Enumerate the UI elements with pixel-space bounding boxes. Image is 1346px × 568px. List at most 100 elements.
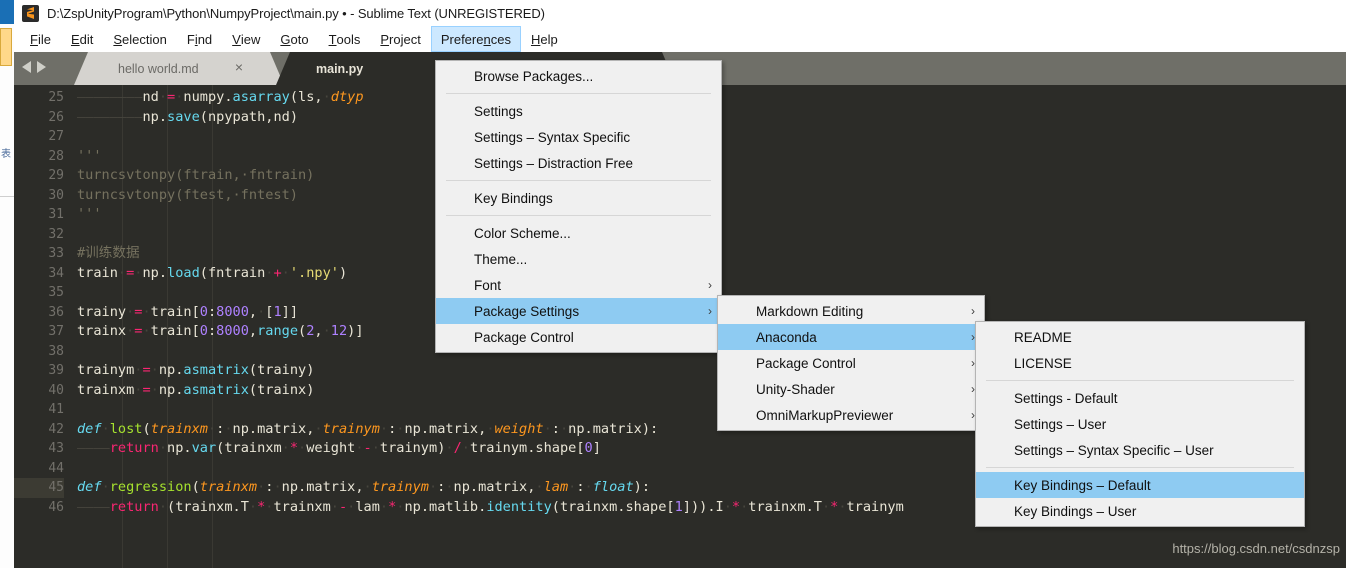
menu-item-package-control[interactable]: Package Control	[436, 324, 721, 350]
code-text: #训练数据	[77, 245, 140, 261]
menubar-item-project[interactable]: Project	[370, 26, 430, 52]
tab-scroll-left-icon[interactable]	[22, 61, 31, 73]
background-window-titlebar	[0, 0, 14, 24]
menu-separator	[446, 215, 711, 216]
menu-item-markdown-editing[interactable]: Markdown Editing ›	[718, 298, 984, 324]
menu-item-key-bindings[interactable]: Key Bindings	[436, 185, 721, 211]
menu-item-settings[interactable]: Settings	[436, 98, 721, 124]
menu-item-readme[interactable]: README	[976, 324, 1304, 350]
tab-scroll-right-icon[interactable]	[37, 61, 46, 73]
code-text: ————return·np.var(trainxm·*·weight·-·tra…	[77, 440, 601, 456]
background-window[interactable]: 表	[0, 0, 15, 568]
preferences-menu[interactable]: Browse Packages... Settings Settings – Syn…	[435, 60, 722, 353]
menubar-item-edit[interactable]: Edit	[61, 26, 103, 52]
menu-item-package-control[interactable]: Package Control ›	[718, 350, 984, 376]
line-number: 45	[14, 478, 64, 498]
code-text: turncsvtonpy(ftrain,·fntrain)	[77, 167, 315, 183]
menu-item-package-settings[interactable]: Package Settings ›	[436, 298, 721, 324]
menu-item-omnimarkuppreviewer[interactable]: OmniMarkupPreviewer ›	[718, 402, 984, 428]
line-number: 30	[48, 187, 64, 203]
menubar-item-selection[interactable]: Selection	[103, 26, 176, 52]
menubar-item-goto[interactable]: Goto	[270, 26, 318, 52]
menu-item-key-bindings-default[interactable]: Key Bindings – Default	[976, 472, 1304, 498]
menu-item-label: Font	[474, 277, 502, 293]
menu-item-label: Package Control	[756, 355, 856, 371]
menubar-item-preferences[interactable]: Prefere n ces	[430, 26, 521, 52]
code-text: ————return·(trainxm.T·*·trainxm·-·lam·*·…	[77, 498, 904, 515]
menu-item-settings-distraction-free[interactable]: Settings – Distraction Free	[436, 150, 721, 176]
sublime-text-window: D:\ZspUnityProgram\Python\NumpyProject\m…	[14, 0, 1346, 568]
line-number: 34	[48, 265, 64, 281]
line-number: 33	[48, 246, 64, 261]
menubar-item-view[interactable]: View	[222, 26, 270, 52]
menu-item-label: Settings – User	[1014, 416, 1107, 432]
menu-item-label: Settings - Default	[1014, 390, 1118, 406]
chevron-right-icon: ›	[971, 304, 975, 318]
menu-item-label: Color Scheme...	[474, 225, 571, 241]
close-icon[interactable]: ×	[232, 60, 246, 75]
code-text: trainym·=·np.asmatrix(trainy)	[77, 362, 315, 378]
menu-item-unity-shader[interactable]: Unity-Shader ›	[718, 376, 984, 402]
menu-separator	[986, 467, 1294, 468]
code-text: '''	[77, 147, 102, 164]
line-number: 32	[48, 226, 64, 242]
line-number: 25	[48, 90, 64, 105]
code-text: '''	[77, 206, 102, 222]
menu-item-label: Theme...	[474, 251, 528, 267]
code-text: ————————np.save(npypath,nd)	[77, 108, 299, 125]
menubar-item-file[interactable]: File	[20, 26, 61, 52]
chevron-right-icon: ›	[708, 304, 712, 318]
menu-item-settings-syntax-specific[interactable]: Settings – Syntax Specific	[436, 124, 721, 150]
line-number: 29	[48, 168, 64, 183]
menu-item-key-bindings-user[interactable]: Key Bindings – User	[976, 498, 1304, 524]
line-number: 38	[48, 343, 64, 359]
background-window-tab[interactable]	[0, 28, 12, 66]
menu-item-label: Key Bindings – Default	[1014, 477, 1151, 493]
line-number: 44	[48, 460, 64, 476]
window-title: D:\ZspUnityProgram\Python\NumpyProject\m…	[47, 5, 545, 21]
code-text: trainxm·=·np.asmatrix(trainx)	[77, 381, 315, 398]
menubar-item-find[interactable]: Fi nd	[177, 26, 222, 52]
line-number: 37	[48, 324, 64, 339]
background-window-icon: 表	[1, 149, 11, 160]
menu-item-label: Browse Packages...	[474, 68, 594, 84]
line-number: 36	[48, 304, 64, 320]
menu-item-browse-packages[interactable]: Browse Packages...	[436, 63, 721, 89]
anaconda-submenu[interactable]: README LICENSE Settings - Default Settings …	[975, 321, 1305, 527]
menubar-item-help[interactable]: Help	[521, 26, 568, 52]
menubar: File Edit Selection Fi nd View Goto Tools Projec…	[14, 26, 1346, 53]
background-window-body	[0, 24, 15, 568]
line-number: 43	[48, 441, 64, 456]
menu-item-settings-default[interactable]: Settings - Default	[976, 385, 1304, 411]
chevron-right-icon: ›	[708, 278, 712, 292]
menu-item-anaconda[interactable]: Anaconda ›	[718, 324, 984, 350]
menu-item-theme[interactable]: Theme...	[436, 246, 721, 272]
menu-item-font[interactable]: Font ›	[436, 272, 721, 298]
menu-separator	[986, 380, 1294, 381]
line-number: 41	[48, 402, 64, 417]
menubar-item-tools[interactable]: Tools	[319, 26, 371, 52]
menu-item-settings-user[interactable]: Settings – User	[976, 411, 1304, 437]
menu-item-settings-syntax-specific-user[interactable]: Settings – Syntax Specific – User	[976, 437, 1304, 463]
tab-scroll-arrows[interactable]	[22, 61, 46, 73]
tab-label: main.py	[316, 61, 364, 76]
code-text: def·regression(trainxm·:·np.matrix,·trai…	[77, 479, 651, 495]
package-settings-submenu[interactable]: Markdown Editing › Anaconda › Package Contro…	[717, 295, 985, 431]
menu-item-license[interactable]: LICENSE	[976, 350, 1304, 376]
code-text: trainy·=·train[0:8000,·[1]]	[77, 303, 299, 320]
tab-hello-world-md[interactable]: hello world.md ×	[74, 52, 284, 85]
line-number: 40	[48, 382, 64, 398]
menu-item-label: LICENSE	[1014, 355, 1072, 371]
code-text: trainx·=·train[0:8000,range(2,·12)]	[77, 323, 364, 339]
titlebar: D:\ZspUnityProgram\Python\NumpyProject\m…	[14, 0, 1346, 26]
menu-item-label: Settings – Syntax Specific	[474, 129, 631, 145]
menu-item-label: Settings – Distraction Free	[474, 155, 634, 171]
line-number: 35	[48, 285, 64, 300]
menu-item-label: Settings – Syntax Specific – User	[1014, 442, 1214, 458]
menu-item-color-scheme[interactable]: Color Scheme...	[436, 220, 721, 246]
line-number: 26	[48, 109, 64, 125]
menu-item-label: Markdown Editing	[756, 303, 864, 319]
menu-item-label: Key Bindings	[474, 190, 553, 206]
watermark-url: https://blog.csdn.net/csdnzsp	[1172, 541, 1340, 556]
line-number: 31	[48, 207, 64, 222]
